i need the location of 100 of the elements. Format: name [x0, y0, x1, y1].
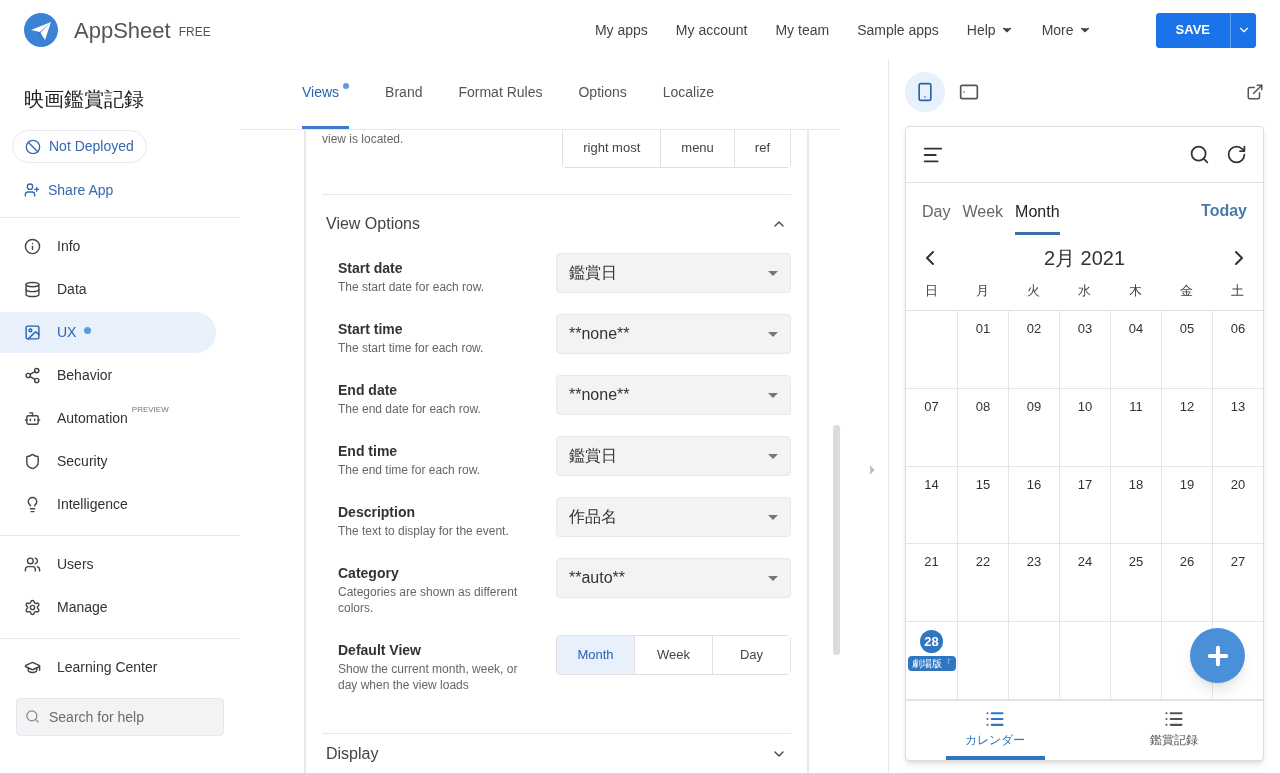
- day-number: 09: [1026, 397, 1042, 416]
- share-app-link[interactable]: Share App: [24, 175, 240, 205]
- day-cell[interactable]: 16: [1008, 466, 1059, 544]
- tab[interactable]: Format Rules: [458, 82, 543, 129]
- sidebar-item[interactable]: Security: [0, 441, 216, 482]
- save-options-button[interactable]: [1230, 12, 1256, 48]
- dropdown-triangle-icon: [768, 392, 778, 398]
- select-field[interactable]: 作品名: [556, 497, 791, 537]
- day-cell[interactable]: 09: [1008, 388, 1059, 466]
- day-number: 23: [1026, 553, 1042, 572]
- day-cell[interactable]: 22: [957, 544, 1008, 622]
- segment-option[interactable]: Day: [712, 636, 790, 674]
- day-cell[interactable]: 13: [1212, 388, 1263, 466]
- day-cell[interactable]: 11: [1110, 388, 1161, 466]
- tab[interactable]: Localize: [662, 82, 715, 129]
- field-hint: view is located.: [322, 132, 404, 146]
- section-header[interactable]: Display: [322, 733, 791, 773]
- day-number: 03: [1077, 320, 1093, 338]
- add-button[interactable]: [1190, 628, 1245, 683]
- sidebar-item[interactable]: Intelligence: [0, 484, 216, 525]
- day-number: 01: [975, 320, 991, 338]
- segment-option[interactable]: Month: [557, 636, 634, 674]
- app-title: 映画鑑賞記録: [23, 87, 145, 112]
- day-cell[interactable]: 05: [1161, 311, 1212, 388]
- sidebar-item[interactable]: Info: [0, 226, 216, 267]
- open-external-icon[interactable]: [1246, 83, 1264, 101]
- day-cell[interactable]: 03: [1059, 311, 1110, 388]
- calendar-mode-tab[interactable]: Month: [1015, 200, 1060, 235]
- bottom-nav-item[interactable]: 鑑賞記録: [1124, 701, 1223, 760]
- day-cell[interactable]: 15: [957, 466, 1008, 544]
- field-hint: The end date for each row.: [338, 401, 482, 417]
- dropdown-triangle-icon: [768, 453, 778, 459]
- sidebar-item[interactable]: Data: [0, 269, 216, 310]
- field-hint: Categories are shown as different colors.: [338, 584, 519, 616]
- segment-option[interactable]: ref: [733, 130, 790, 167]
- sidebar-item[interactable]: Learning Center: [0, 647, 216, 688]
- nav-link[interactable]: Help: [966, 19, 1014, 41]
- day-cell[interactable]: 21: [906, 544, 957, 622]
- day-cell[interactable]: 24: [1059, 544, 1110, 622]
- day-cell[interactable]: 27: [1212, 544, 1263, 622]
- field-label: Default View: [338, 641, 422, 659]
- sidebar-item[interactable]: UX: [0, 312, 216, 353]
- refresh-icon[interactable]: [1226, 144, 1247, 165]
- day-cell[interactable]: 26: [1161, 544, 1212, 622]
- image-icon: [24, 324, 41, 341]
- nav-link[interactable]: More: [1041, 19, 1092, 41]
- select-field[interactable]: **none**: [556, 314, 791, 354]
- day-cell[interactable]: 28 劇場版「: [906, 622, 957, 699]
- day-cell[interactable]: 10: [1059, 388, 1110, 466]
- calendar-event[interactable]: 劇場版「: [907, 656, 956, 672]
- dropdown-triangle-icon: [768, 270, 778, 276]
- weekday-label: 土: [1231, 282, 1244, 300]
- info-icon: [24, 238, 41, 255]
- tab[interactable]: Options: [578, 82, 627, 129]
- day-cell[interactable]: 06: [1212, 311, 1263, 388]
- calendar-mode-tab[interactable]: Week: [962, 200, 1004, 235]
- nav-link[interactable]: My account: [675, 19, 748, 41]
- day-number: 05: [1179, 320, 1195, 338]
- graduation-cap-icon: [24, 659, 41, 676]
- select-field[interactable]: 鑑賞日: [556, 253, 791, 293]
- sidebar-item[interactable]: Behavior: [0, 355, 216, 396]
- select-field[interactable]: **none**: [556, 375, 791, 415]
- weekday-label: 金: [1180, 282, 1193, 300]
- nav-link[interactable]: My apps: [594, 19, 648, 41]
- robot-icon: [24, 410, 41, 427]
- field-label: End date: [338, 381, 399, 399]
- add-user-icon: [24, 182, 40, 198]
- scrollbar[interactable]: [833, 425, 840, 655]
- sidebar-item[interactable]: Manage: [0, 587, 216, 628]
- day-cell[interactable]: 17: [1059, 466, 1110, 544]
- nav-link[interactable]: Sample apps: [857, 19, 939, 41]
- day-cell[interactable]: 12: [1161, 388, 1212, 466]
- day-cell[interactable]: 07: [906, 388, 957, 466]
- day-cell[interactable]: 01: [957, 311, 1008, 388]
- sidebar-item[interactable]: Automation PREVIEW: [0, 398, 216, 439]
- day-cell[interactable]: 08: [957, 388, 1008, 466]
- select-field[interactable]: 鑑賞日: [556, 436, 791, 476]
- brand-name: AppSheet: [74, 16, 171, 45]
- day-cell[interactable]: 19: [1161, 466, 1212, 544]
- day-cell[interactable]: 14: [906, 466, 957, 544]
- sidebar-item[interactable]: Users: [0, 544, 216, 585]
- section-header[interactable]: View Options: [322, 195, 791, 253]
- tab[interactable]: Brand: [385, 82, 423, 129]
- phone-view-button[interactable]: [905, 72, 945, 112]
- search-icon[interactable]: [1189, 144, 1210, 165]
- tab[interactable]: Views: [302, 82, 350, 129]
- today-button[interactable]: Today: [1201, 199, 1247, 235]
- calendar-mode-tab[interactable]: Day: [922, 200, 951, 235]
- paper-plane-logo-icon: [24, 13, 58, 47]
- help-search-field[interactable]: Search for help: [16, 698, 224, 736]
- day-cell[interactable]: 25: [1110, 544, 1161, 622]
- day-cell[interactable]: 02: [1008, 311, 1059, 388]
- day-cell[interactable]: 20: [1212, 466, 1263, 544]
- nav-link[interactable]: My team: [775, 19, 830, 41]
- day-cell[interactable]: 18: [1110, 466, 1161, 544]
- select-field[interactable]: **auto**: [556, 558, 791, 598]
- day-cell[interactable]: 04: [1110, 311, 1161, 388]
- bottom-nav-item[interactable]: カレンダー: [946, 701, 1045, 760]
- day-cell[interactable]: 23: [1008, 544, 1059, 622]
- day-number: 04: [1128, 320, 1144, 338]
